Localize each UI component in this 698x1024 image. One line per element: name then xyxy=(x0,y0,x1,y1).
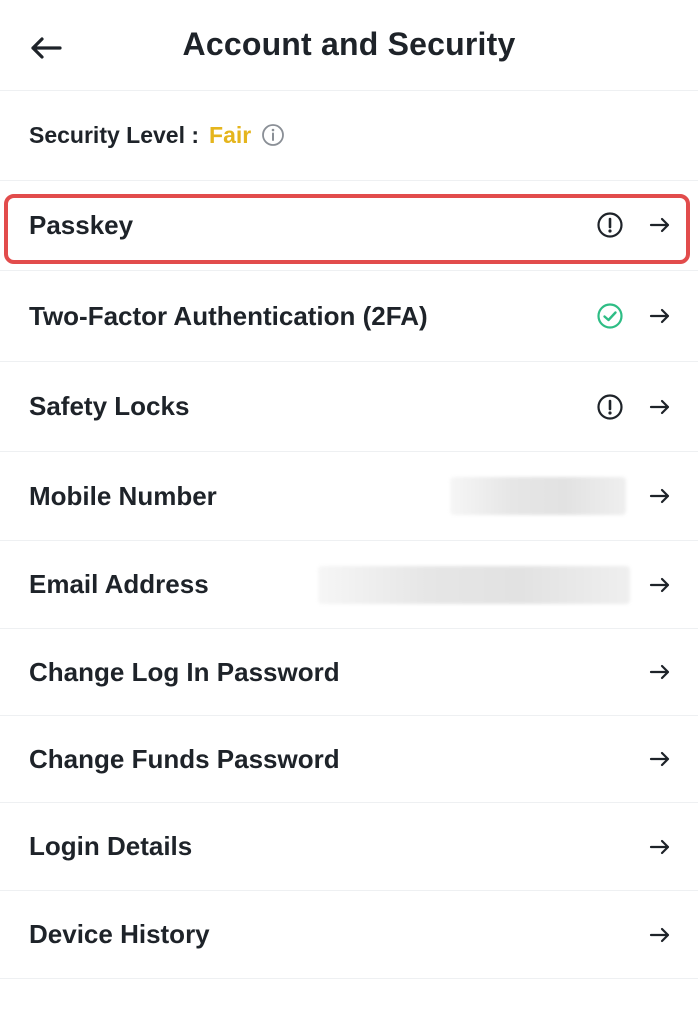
menu-item-label: Login Details xyxy=(29,831,193,861)
menu-item-label: Email Address xyxy=(29,569,209,599)
menu-item-label: Passkey xyxy=(29,209,134,240)
arrow-right-icon xyxy=(648,660,672,684)
arrow-right-icon xyxy=(648,484,672,508)
menu-item-change-login-password[interactable]: Change Log In Password xyxy=(0,629,698,716)
menu-item-label: Mobile Number xyxy=(29,480,217,511)
info-icon[interactable] xyxy=(261,123,285,147)
mobile-number-value-redacted xyxy=(450,477,626,515)
menu-item-mobile-number[interactable]: Mobile Number xyxy=(0,452,698,541)
alert-circle-icon xyxy=(596,211,624,239)
menu-item-two-factor-authentication[interactable]: Two-Factor Authentication (2FA) xyxy=(0,271,698,362)
menu-item-label: Two-Factor Authentication (2FA) xyxy=(29,300,428,331)
alert-circle-icon xyxy=(596,393,624,421)
menu-item-change-funds-password[interactable]: Change Funds Password xyxy=(0,716,698,803)
menu-item-login-details[interactable]: Login Details xyxy=(0,803,698,891)
app-header: Account and Security xyxy=(0,0,698,91)
security-level-row: Security Level : Fair xyxy=(0,90,698,181)
arrow-right-icon xyxy=(648,213,672,237)
arrow-right-icon xyxy=(648,304,672,328)
arrow-right-icon xyxy=(648,395,672,419)
menu-item-device-history[interactable]: Device History xyxy=(0,891,698,979)
menu-item-email-address[interactable]: Email Address xyxy=(0,541,698,629)
menu-item-passkey[interactable]: Passkey xyxy=(0,180,698,271)
arrow-right-icon xyxy=(648,573,672,597)
menu-item-label: Change Funds Password xyxy=(29,743,340,774)
menu-item-label: Device History xyxy=(29,919,210,949)
check-circle-icon xyxy=(596,302,624,330)
menu-item-label: Change Log In Password xyxy=(29,656,340,687)
arrow-right-icon xyxy=(648,747,672,771)
email-address-value-redacted xyxy=(318,565,630,604)
arrow-right-icon xyxy=(648,923,672,947)
arrow-right-icon xyxy=(648,835,672,859)
page-title: Account and Security xyxy=(182,26,516,62)
menu-item-safety-locks[interactable]: Safety Locks xyxy=(0,362,698,452)
security-level-value: Fair xyxy=(209,121,252,148)
menu-item-label: Safety Locks xyxy=(29,391,190,421)
security-level-label: Security Level : xyxy=(29,121,200,148)
